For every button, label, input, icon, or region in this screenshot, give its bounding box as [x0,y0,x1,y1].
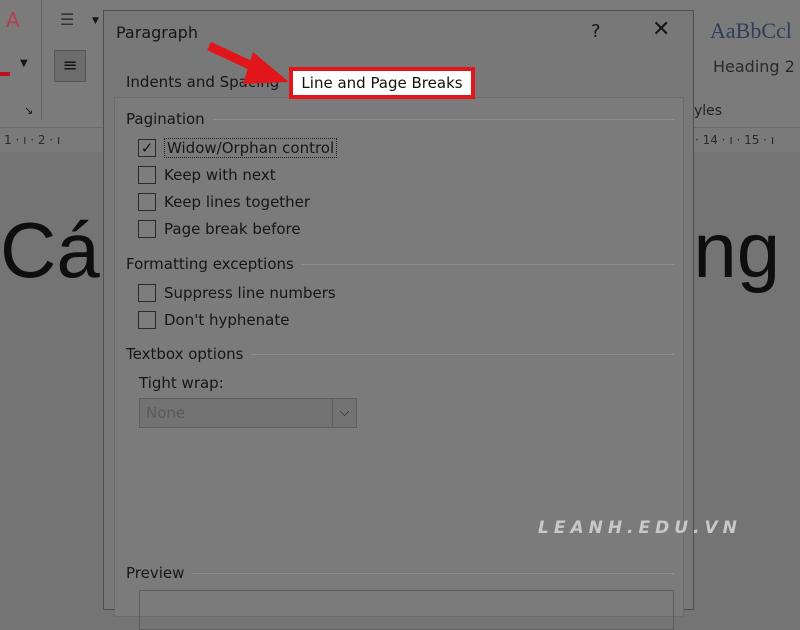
checkbox-icon[interactable] [138,284,156,302]
suppress-line-numbers-checkbox[interactable]: Suppress line numbers [138,284,336,302]
formatting-exceptions-group: Formatting exceptions [126,255,674,273]
red-arrow-annotation [207,41,289,84]
divider [251,353,674,355]
widow-orphan-checkbox[interactable]: ✓ Widow/Orphan control [138,138,338,158]
keep-with-next-checkbox[interactable]: Keep with next [138,166,276,184]
style-preview[interactable]: AaBbCcl [710,18,792,44]
checkbox-icon[interactable] [138,166,156,184]
checkbox-label: Widow/Orphan control [164,138,338,158]
preview-box [139,590,674,630]
dialog-launcher-icon[interactable]: ↘ [24,104,33,117]
pagination-group: Pagination [126,110,674,128]
tab-line-and-page-breaks[interactable]: Line and Page Breaks [289,67,475,99]
select-value: None [146,404,186,422]
dont-hyphenate-checkbox[interactable]: Don't hyphenate [138,311,289,329]
divider [41,0,42,120]
checkbox-checked-icon[interactable]: ✓ [138,139,156,157]
checkbox-label: Don't hyphenate [164,311,290,329]
clear-formatting-icon[interactable]: A [6,8,20,32]
chevron-down-icon[interactable]: ▼ [92,16,99,26]
group-label: Formatting exceptions [126,255,294,273]
page-break-before-checkbox[interactable]: Page break before [138,220,301,238]
group-label: Preview [126,564,185,582]
help-button[interactable]: ? [591,21,601,42]
keep-lines-together-checkbox[interactable]: Keep lines together [138,193,310,211]
checkbox-label: Suppress line numbers [164,284,336,302]
tight-wrap-select[interactable]: None ⌵ [139,398,357,428]
divider [212,118,674,120]
dialog-title: Paragraph [116,23,198,42]
divider [301,263,674,265]
checkbox-label: Page break before [164,220,301,238]
textbox-options-group: Textbox options [126,345,674,363]
preview-group: Preview [126,564,674,582]
style-heading-2[interactable]: Heading 2 [713,57,795,76]
group-label: Textbox options [126,345,244,363]
close-button[interactable]: ✕ [652,17,670,42]
checkbox-label: Keep lines together [164,193,311,211]
group-label: Pagination [126,110,205,128]
bullets-icon[interactable]: ☰ [60,10,74,29]
checkbox-icon[interactable] [138,220,156,238]
align-left-icon[interactable]: ≡ [54,50,86,82]
divider [192,572,674,574]
checkbox-label: Keep with next [164,166,276,184]
watermark: LEANH.EDU.VN [538,518,742,538]
chevron-down-icon[interactable]: ▼ [20,58,28,69]
ruler-left: 1 · ı · 2 · ı [4,133,61,147]
ruler-right: · 14 · ı · 15 · ı [695,133,775,147]
chevron-down-icon[interactable]: ⌵ [332,399,356,427]
font-color-icon[interactable] [0,52,10,76]
tight-wrap-label: Tight wrap: [139,374,224,392]
styles-group-label: yles [694,103,723,119]
checkbox-icon[interactable] [138,311,156,329]
checkbox-icon[interactable] [138,193,156,211]
tab-panel: Pagination ✓ Widow/Orphan control Keep wi… [114,97,684,630]
